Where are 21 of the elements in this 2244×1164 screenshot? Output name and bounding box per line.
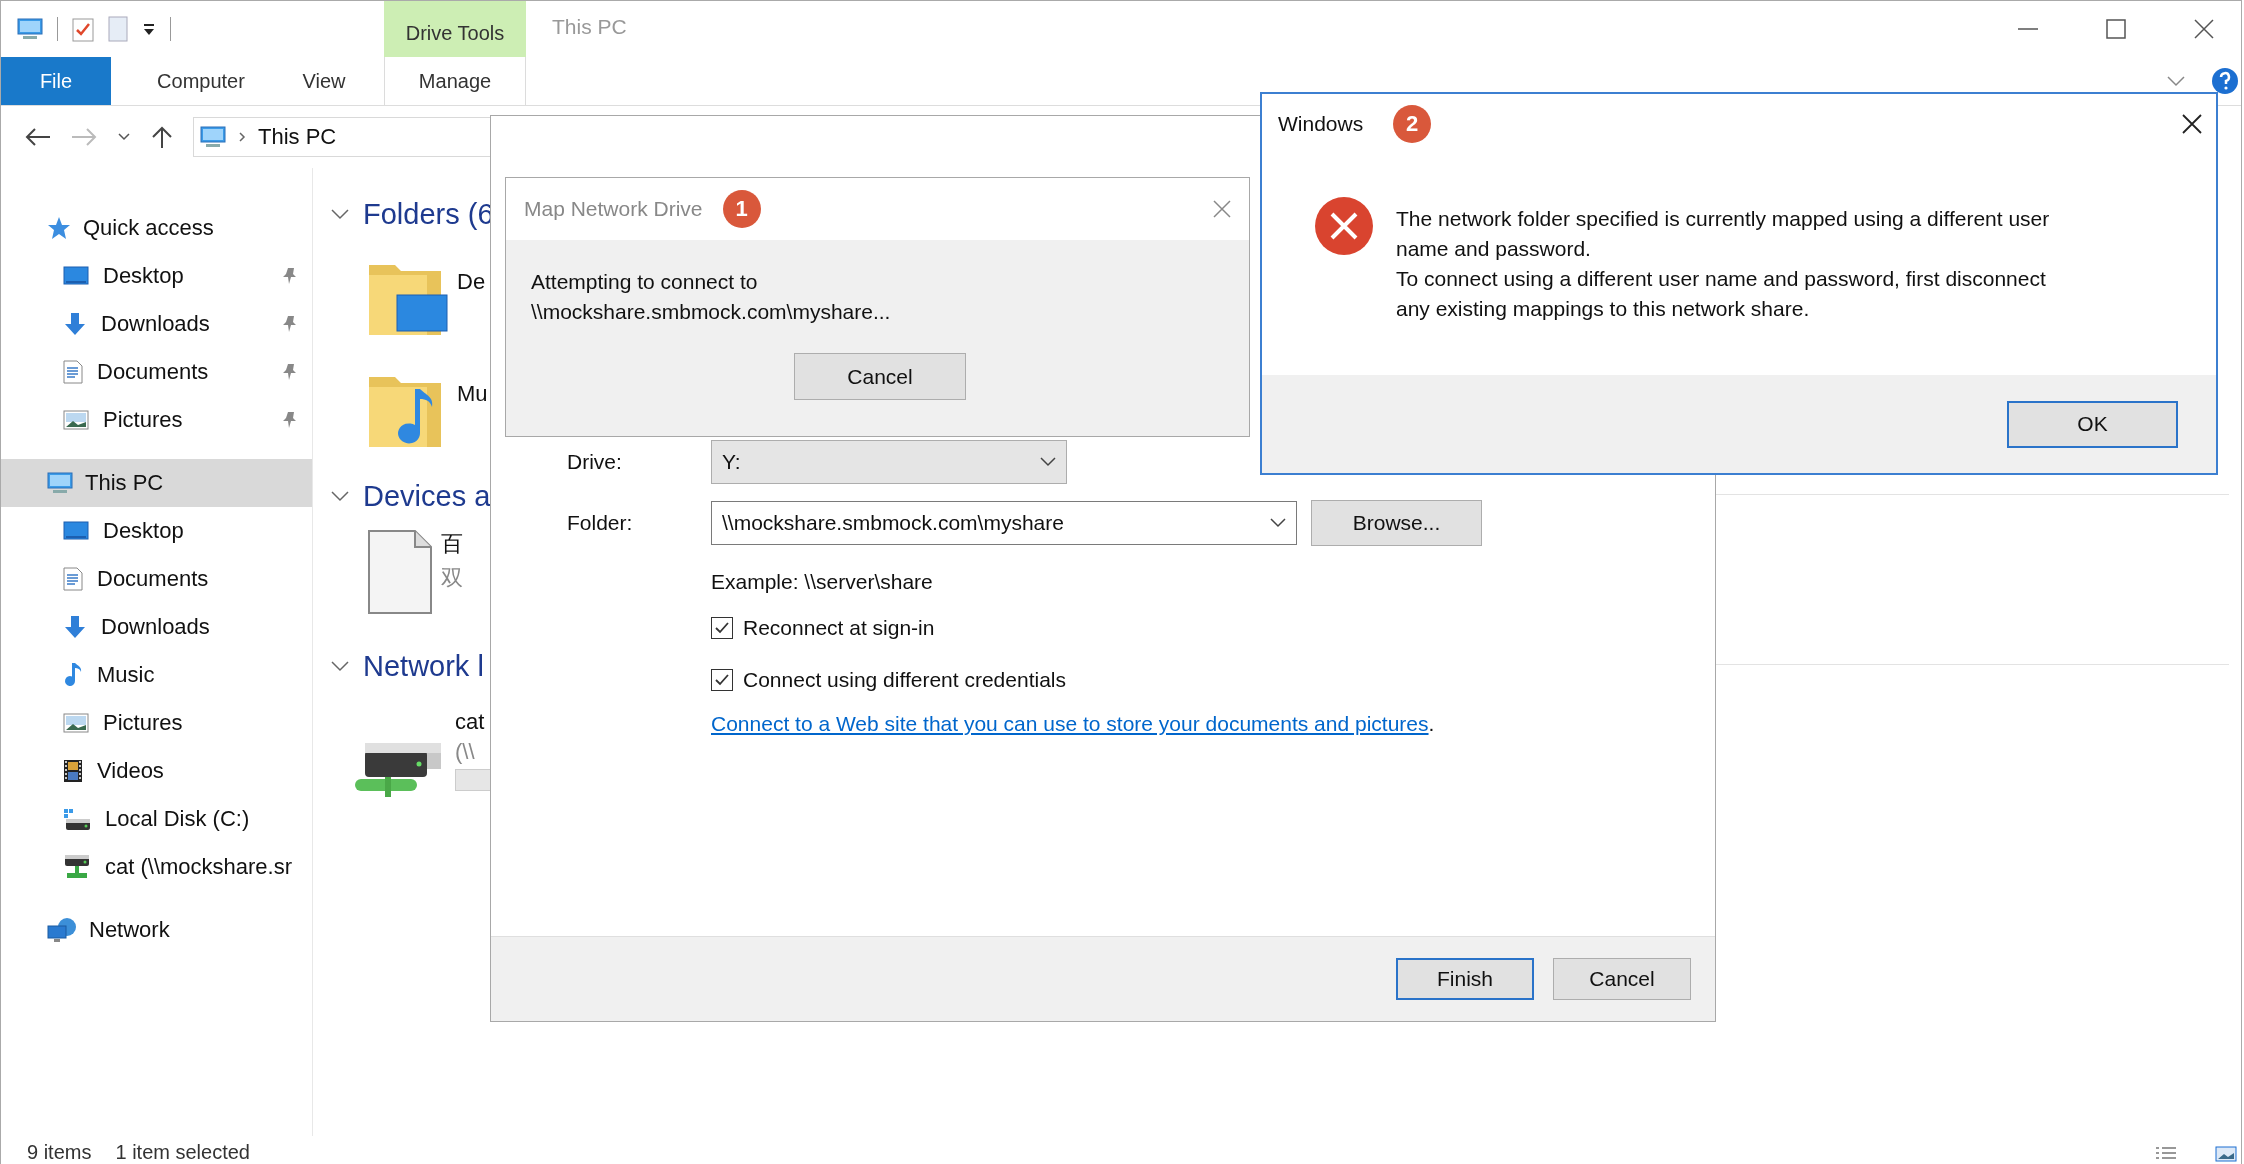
field-label: Drive: bbox=[567, 450, 623, 474]
example-text: Example: \\server\share bbox=[711, 569, 934, 595]
number-badge: 1 bbox=[722, 190, 761, 228]
field-label: Folder: bbox=[567, 511, 634, 535]
window-title: This PC bbox=[551, 14, 628, 40]
error-message: The network folder specified is currently mapped using a different user name and password. bbox=[1396, 206, 2050, 262]
status-text: 1 item selected bbox=[115, 1140, 250, 1164]
item-detail: (\\ bbox=[455, 739, 476, 765]
dialog-title: Map Network Drive bbox=[524, 197, 703, 221]
dialog-title: Windows bbox=[1278, 112, 1364, 136]
item-name: De bbox=[457, 269, 486, 295]
status-text: 9 items bbox=[27, 1140, 92, 1164]
error-message: To connect using a different user name and password, first disconnect any existing mappings to this network share. bbox=[1396, 266, 2047, 322]
item-name: 百 bbox=[441, 530, 463, 558]
number-badge: 2 bbox=[1393, 105, 1432, 143]
item-name: Mu bbox=[457, 381, 488, 407]
progress-message: Attempting to connect to \\mockshare.smbmock.com\myshare... bbox=[531, 269, 892, 325]
link-sentence: Connect to a Web site that you can use to store your documents and pictures. bbox=[711, 712, 1436, 736]
contextual-tab-header: Drive Tools bbox=[384, 1, 526, 57]
item-detail: 双 bbox=[441, 564, 463, 592]
item-name: cat bbox=[455, 709, 486, 735]
